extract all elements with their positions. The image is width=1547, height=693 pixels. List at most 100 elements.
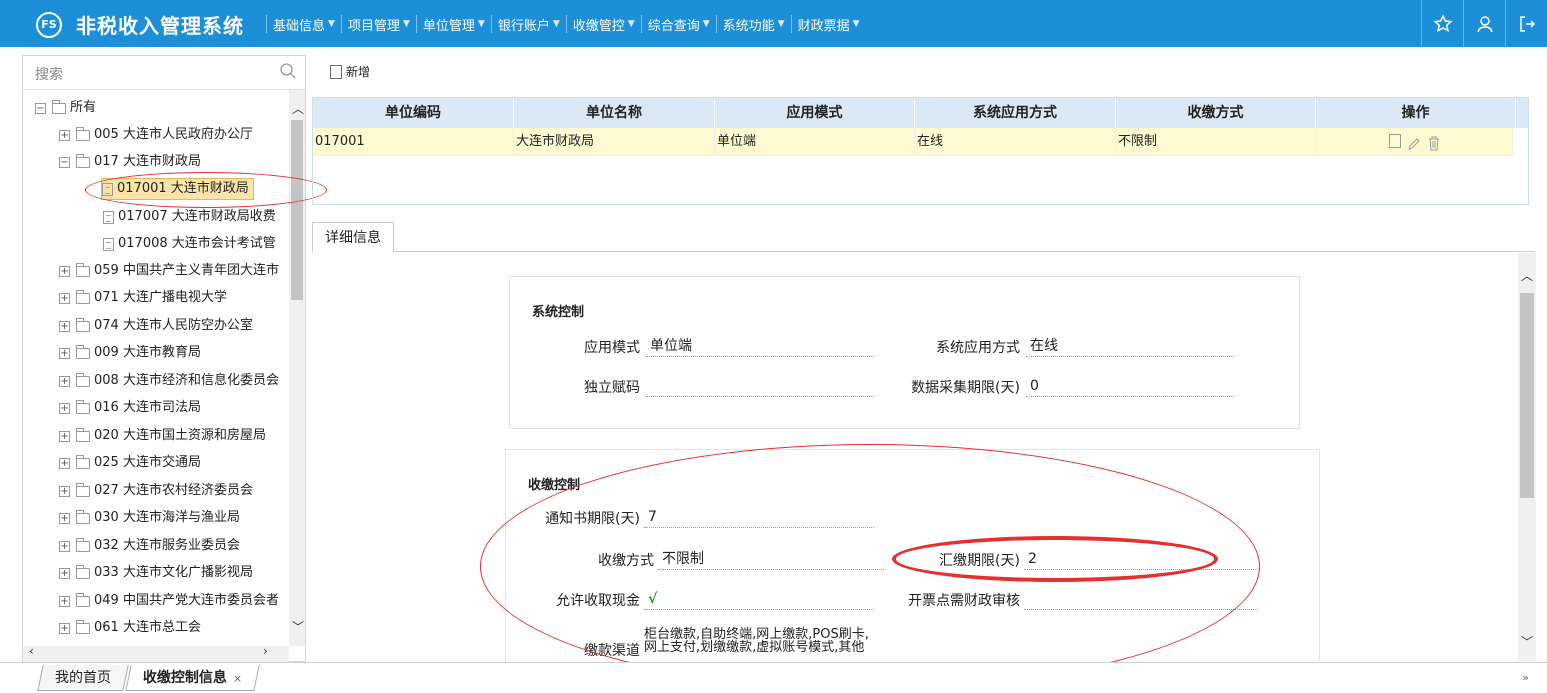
scroll-up-icon[interactable]: ︿ — [292, 100, 304, 117]
folder-icon — [76, 317, 90, 332]
col-header[interactable]: 收缴方式 — [1116, 98, 1316, 128]
tab-detail-info[interactable]: 详细信息 — [312, 222, 394, 253]
field-notice-period: 通知书期限(天) 7 — [520, 508, 874, 528]
nav-system[interactable]: 系统功能 ▼ — [715, 15, 791, 34]
tree-node[interactable]: 017007 大连市财政局收费 — [103, 206, 276, 228]
collapse-icon[interactable]: − — [59, 156, 70, 168]
tree-node-selected[interactable]: 017001 大连市财政局 — [101, 178, 254, 200]
tree-node[interactable]: +032 大连市服务业委员会 — [59, 535, 240, 557]
col-header[interactable]: 单位名称 — [514, 98, 715, 128]
delete-icon[interactable] — [1427, 134, 1441, 162]
scrollbar-thumb[interactable] — [1520, 293, 1534, 498]
tree-root[interactable]: − 所有 — [35, 97, 96, 119]
folder-icon — [76, 427, 90, 442]
payment-control-card: 收缴控制 通知书期限(天) 7 收缴方式 不限制 汇缴期限(天) 2 允许收取现… — [505, 449, 1320, 661]
expand-icon[interactable]: + — [59, 320, 70, 332]
nav-bills[interactable]: 财政票据 ▼ — [790, 15, 866, 34]
tree-node[interactable]: − 017 大连市财政局 — [59, 151, 201, 173]
scrollbar-thumb[interactable] — [291, 120, 303, 300]
tab-home[interactable]: 我的首页 — [37, 665, 129, 691]
expand-icon[interactable]: + — [59, 512, 70, 524]
logout-icon[interactable] — [1505, 0, 1547, 47]
expand-icon[interactable]: + — [59, 292, 70, 304]
nav-bank-account[interactable]: 银行账户 ▼ — [490, 15, 566, 34]
tree-node[interactable]: +009 大连市教育局 — [59, 342, 201, 364]
nav-label: 项目管理 — [347, 18, 400, 34]
expand-icon[interactable]: + — [59, 347, 70, 359]
cell-actions — [1316, 128, 1513, 156]
collapse-icon[interactable]: − — [35, 102, 46, 114]
tree-label: 071 大连广播电视大学 — [94, 290, 227, 305]
expand-icon[interactable]: + — [59, 540, 70, 552]
nav-basic-info[interactable]: 基础信息 ▼ — [266, 15, 341, 34]
expand-icon[interactable]: + — [59, 567, 70, 579]
user-icon[interactable] — [1463, 0, 1505, 47]
grid-header: 单位编码 单位名称 应用模式 系统应用方式 收缴方式 操作 — [313, 98, 1528, 128]
tree-node[interactable]: +059 中国共产主义青年团大连市 — [59, 260, 279, 282]
nav-project[interactable]: 项目管理 ▼ — [340, 15, 416, 34]
col-header[interactable]: 应用模式 — [715, 98, 915, 128]
tree-node[interactable]: +025 大连市交通局 — [59, 452, 201, 474]
expand-icon[interactable]: + — [59, 265, 70, 277]
expand-icon[interactable]: + — [59, 457, 70, 469]
field-value: 7 — [644, 508, 874, 528]
chevron-down-icon: ▼ — [552, 19, 560, 29]
tree-node[interactable]: +074 大连市人民防空办公室 — [59, 315, 253, 337]
add-button[interactable]: 新增 — [346, 63, 370, 80]
scroll-left-icon[interactable]: ‹ — [29, 644, 34, 658]
scroll-down-icon[interactable]: ﹀ — [1521, 633, 1533, 650]
expand-icon[interactable]: + — [59, 430, 70, 442]
checkmark-icon: √ — [644, 590, 874, 610]
expand-icon[interactable]: » — [1522, 671, 1529, 684]
close-icon[interactable]: × — [233, 672, 242, 685]
document-icon — [103, 210, 114, 224]
tree-node[interactable]: +061 大连市总工会 — [59, 617, 201, 639]
folder-icon — [76, 592, 90, 607]
expand-icon[interactable]: + — [59, 129, 70, 141]
field-value: 柜台缴款,自助终端,网上缴款,POS刷卡,网上支付,划缴缴款,虚拟账号模式,其他 — [644, 627, 869, 655]
search-input[interactable]: 搜索 — [35, 64, 63, 84]
tree-node[interactable]: +027 大连市农村经济委员会 — [59, 480, 253, 502]
scroll-right-icon[interactable]: › — [263, 644, 268, 658]
col-header[interactable]: 单位编码 — [313, 98, 514, 128]
scroll-down-icon[interactable]: ﹀ — [292, 618, 304, 635]
tree-node[interactable]: +033 大连市文化广播影视局 — [59, 562, 253, 584]
tree-vertical-scrollbar[interactable]: ︿ ﹀ — [289, 90, 305, 646]
nav-unit[interactable]: 单位管理 ▼ — [415, 15, 491, 34]
tree-node[interactable]: +071 大连广播电视大学 — [59, 287, 227, 309]
col-header[interactable]: 系统应用方式 — [915, 98, 1116, 128]
tree-node[interactable]: +049 中国共产党大连市委员会者 — [59, 590, 279, 612]
tab-label: 收缴控制信息 — [142, 670, 227, 686]
tree-node[interactable]: +020 大连市国土资源和房屋局 — [59, 425, 266, 447]
view-icon[interactable] — [1389, 134, 1401, 148]
nav-label: 综合查询 — [647, 18, 700, 34]
field-finance-audit: 开票点需财政审核 — [890, 590, 1258, 610]
detail-vertical-scrollbar[interactable]: ︿ ﹀ — [1518, 253, 1536, 661]
table-row[interactable]: 017001 大连市财政局 单位端 在线 不限制 — [313, 128, 1513, 156]
tree-node[interactable]: 017008 大连市会计考试管 — [103, 233, 276, 255]
expand-icon[interactable]: + — [59, 595, 70, 607]
tree-node[interactable]: +008 大连市经济和信息化委员会 — [59, 370, 279, 392]
main-nav: 基础信息 ▼ 项目管理 ▼ 单位管理 ▼ 银行账户 ▼ 收缴管控 ▼ 综合查询 ▼ 系统功能… — [266, 15, 866, 34]
chevron-down-icon: ▼ — [702, 19, 710, 29]
expand-icon[interactable]: + — [59, 485, 70, 497]
tree-node[interactable]: +016 大连市司法局 — [59, 397, 201, 419]
expand-icon[interactable]: + — [59, 402, 70, 414]
field-label: 数据采集期限(天) — [911, 380, 1020, 396]
expand-icon[interactable]: + — [59, 622, 70, 634]
tree-node[interactable]: +005 大连市人民政府办公厅 — [59, 124, 253, 146]
scroll-up-icon[interactable]: ︿ — [1521, 267, 1533, 284]
tree-node[interactable]: +030 大连市海洋与渔业局 — [59, 507, 240, 529]
search-box[interactable]: 搜索 — [23, 56, 305, 90]
nav-query[interactable]: 综合查询 ▼ — [640, 15, 716, 34]
top-icons — [1421, 0, 1547, 47]
app-title: 非税收入管理系统 — [76, 14, 244, 38]
tree-horizontal-scrollbar[interactable]: ‹ › — [23, 644, 289, 662]
edit-icon[interactable] — [1407, 134, 1421, 162]
expand-icon[interactable]: + — [59, 375, 70, 387]
search-icon[interactable] — [279, 62, 297, 84]
nav-label: 系统功能 — [722, 18, 775, 34]
tab-payment-control-info[interactable]: 收缴控制信息 × — [125, 665, 260, 691]
star-icon[interactable] — [1421, 0, 1463, 47]
nav-payment-control[interactable]: 收缴管控 ▼ — [565, 15, 641, 34]
